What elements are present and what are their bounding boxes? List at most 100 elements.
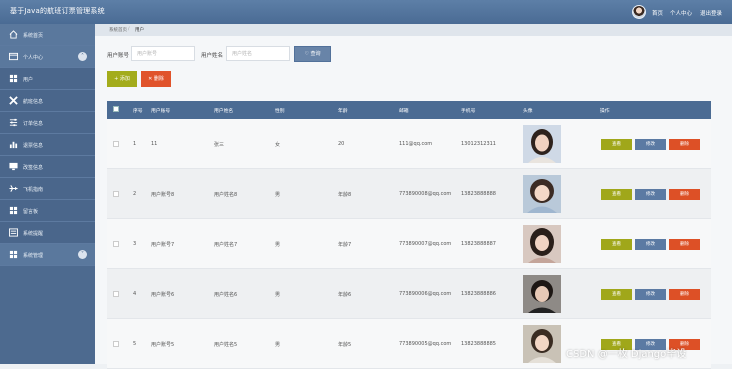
cell-age: 年龄7 (338, 242, 352, 248)
column-header: 序号 (133, 109, 143, 114)
sidebar-item-reminders[interactable]: 系统提醒 (0, 222, 95, 244)
cell-name: 用户姓名5 (214, 342, 238, 348)
monitor-icon (9, 162, 18, 171)
name-search-input[interactable] (226, 46, 290, 61)
cell-email: 773890006@qq.com (399, 291, 452, 297)
view-button[interactable]: 查看 (601, 239, 632, 250)
table-row: 2 用户账号8 用户姓名8 男 年龄8 773890008@qq.com 138… (107, 169, 711, 219)
cell-index: 4 (133, 291, 137, 297)
cell-phone: 13012312311 (461, 141, 496, 147)
sidebar-item-label: 退票信息 (23, 143, 44, 149)
select-all-checkbox[interactable] (113, 106, 119, 112)
view-button[interactable]: 查看 (601, 189, 632, 200)
row-checkbox[interactable] (113, 341, 119, 347)
sidebar-item-system[interactable]: 系统管理 ˅ (0, 244, 95, 266)
column-header: 性别 (275, 109, 285, 114)
cell-index: 5 (133, 341, 137, 347)
cell-name: 张三 (214, 142, 225, 148)
cell-age: 年龄6 (338, 292, 352, 298)
bulk-delete-button[interactable]: ✕ 删除 (141, 71, 171, 87)
row-checkbox[interactable] (113, 141, 119, 147)
chevron-up-icon[interactable]: ˄ (78, 52, 87, 61)
chevron-down-icon[interactable]: ˅ (78, 250, 87, 259)
add-button[interactable]: + 添加 (107, 71, 137, 87)
column-header: 手机号 (461, 109, 476, 114)
sidebar-item-label: 系统提醒 (23, 231, 44, 237)
column-header: 邮箱 (399, 109, 409, 114)
sidebar-item-messages[interactable]: 留言板 (0, 200, 95, 222)
header-link-home[interactable]: 首页 (652, 9, 663, 17)
edit-button[interactable]: 修改 (635, 239, 666, 250)
search-button-label: 查询 (310, 51, 321, 57)
home-icon (9, 30, 18, 39)
header-link-profile[interactable]: 个人中心 (670, 9, 692, 17)
sidebar-item-label: 订单信息 (23, 121, 44, 127)
cell-age: 年龄8 (338, 192, 352, 198)
sidebar-item-label: 个人中心 (23, 55, 44, 61)
grid-icon (9, 206, 18, 215)
cell-index: 2 (133, 191, 137, 197)
sliders-icon (9, 118, 18, 127)
sidebar-item-profile[interactable]: 个人中心 ˄ (0, 46, 95, 68)
table-row: 4 用户账号6 用户姓名6 男 年龄6 773890006@qq.com 138… (107, 269, 711, 319)
account-filter-label: 用户账号 (107, 53, 130, 59)
sidebar-item-label: 改签信息 (23, 165, 44, 171)
cell-email: 773890007@qq.com (399, 241, 452, 247)
sidebar-item-label: 系统首页 (23, 33, 44, 39)
cell-email: 773890005@qq.com (399, 341, 452, 347)
bar-chart-icon (9, 141, 18, 149)
sidebar-item-users[interactable]: 用户 (0, 68, 95, 90)
header-link-logout[interactable]: 退出登录 (700, 9, 722, 17)
cell-gender: 男 (275, 292, 281, 298)
cell-age: 20 (338, 141, 345, 147)
table-row: 5 用户账号5 用户姓名5 男 年龄5 773890005@qq.com 138… (107, 319, 711, 369)
delete-button[interactable]: 删除 (669, 139, 700, 150)
avatar-photo (523, 275, 561, 313)
sidebar-item-guide[interactable]: 飞机指南 (0, 178, 95, 200)
edit-button[interactable]: 修改 (635, 189, 666, 200)
column-header: 头像 (523, 109, 533, 114)
avatar-photo (523, 225, 561, 263)
sidebar-item-orders[interactable]: 订单信息 (0, 112, 95, 134)
breadcrumb-home[interactable]: 系统首页 (109, 27, 127, 33)
cell-email: 111@qq.com (399, 141, 433, 147)
search-button[interactable]: ♡ 查询 (294, 46, 331, 62)
cell-gender: 男 (275, 242, 281, 248)
sidebar-item-rebook[interactable]: 改签信息 (0, 156, 95, 178)
column-header: 用户账号 (151, 109, 171, 114)
plane-x-icon (9, 96, 18, 105)
cell-account: 11 (151, 141, 158, 147)
edit-button[interactable]: 修改 (635, 139, 666, 150)
column-header: 操作 (600, 109, 610, 114)
view-button[interactable]: 查看 (601, 289, 632, 300)
breadcrumb-separator: / (128, 27, 130, 32)
account-search-input[interactable] (131, 46, 195, 61)
sidebar-item-refunds[interactable]: 退票信息 (0, 134, 95, 156)
cell-gender: 男 (275, 342, 281, 348)
delete-button-label: 删除 (153, 76, 164, 82)
top-bar: 基于Java的航班订票管理系统 首页 个人中心 退出登录 (0, 0, 732, 24)
delete-button[interactable]: 删除 (669, 289, 700, 300)
sidebar: 系统首页 个人中心 ˄ 用户 航班信息 订单信息 退票信息 改签信息 飞机指南 … (0, 24, 95, 364)
cell-phone: 13823888885 (461, 341, 496, 347)
breadcrumb: 系统首页 / 用户 (95, 24, 732, 36)
view-button[interactable]: 查看 (601, 139, 632, 150)
cell-name: 用户姓名8 (214, 192, 238, 198)
cell-phone: 13823888888 (461, 191, 496, 197)
delete-button[interactable]: 删除 (669, 189, 700, 200)
row-checkbox[interactable] (113, 241, 119, 247)
delete-button[interactable]: 删除 (669, 239, 700, 250)
cell-name: 用户姓名7 (214, 242, 238, 248)
row-checkbox[interactable] (113, 191, 119, 197)
name-filter-label: 用户姓名 (201, 53, 224, 59)
cell-phone: 13823888887 (461, 241, 496, 247)
sidebar-item-label: 留言板 (23, 209, 39, 215)
sidebar-item-flights[interactable]: 航班信息 (0, 90, 95, 112)
sidebar-item-home[interactable]: 系统首页 (0, 24, 95, 46)
cell-gender: 女 (275, 142, 281, 148)
row-checkbox[interactable] (113, 291, 119, 297)
edit-button[interactable]: 修改 (635, 289, 666, 300)
cell-gender: 男 (275, 192, 281, 198)
app-title: 基于Java的航班订票管理系统 (10, 7, 105, 15)
user-avatar[interactable] (632, 5, 646, 19)
